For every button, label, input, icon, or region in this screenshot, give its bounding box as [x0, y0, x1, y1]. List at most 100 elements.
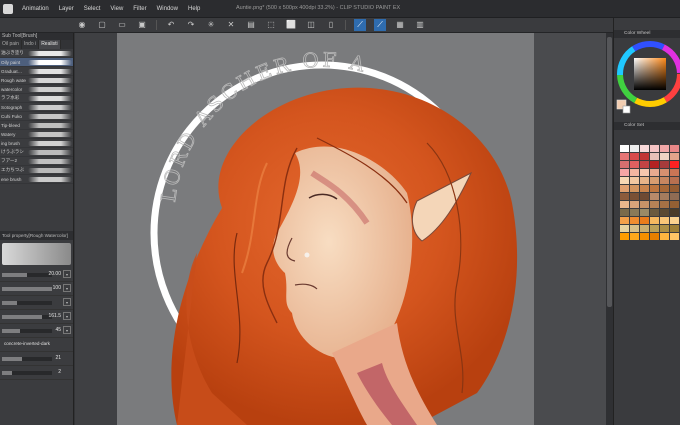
texture-scale-row[interactable]: 2 — [0, 366, 73, 380]
new-icon[interactable]: ▢ — [96, 19, 108, 31]
color-swatch[interactable] — [620, 233, 630, 241]
menu-filter[interactable]: Filter — [128, 6, 151, 12]
color-swatch[interactable] — [650, 193, 660, 201]
color-swatch[interactable] — [650, 177, 660, 185]
color-swatch[interactable] — [620, 201, 630, 209]
color-swatch[interactable] — [660, 161, 670, 169]
settings-icon[interactable]: ▥ — [414, 19, 426, 31]
brush-item[interactable]: Tip-bleed — [0, 121, 73, 130]
color-swatch[interactable] — [650, 185, 660, 193]
color-swatch[interactable] — [630, 225, 640, 233]
brush-item[interactable]: ing brush — [0, 139, 73, 148]
texture-row[interactable]: concrete-inverted-dark — [0, 338, 73, 352]
property-slider[interactable] — [2, 273, 52, 277]
color-swatch[interactable] — [640, 233, 650, 241]
brush-item[interactable]: Graduat… — [0, 67, 73, 76]
property-row[interactable]: 161.5 ▾ — [0, 310, 73, 324]
menu-layer[interactable]: Layer — [54, 6, 79, 12]
menu-help[interactable]: Help — [183, 6, 205, 12]
color-swatch[interactable] — [640, 185, 650, 193]
clip-studio-icon[interactable]: ◉ — [76, 19, 88, 31]
brush-item[interactable]: Oily paint — [0, 58, 73, 67]
property-slider[interactable] — [2, 315, 52, 319]
color-swatch[interactable] — [620, 177, 630, 185]
color-swatch[interactable] — [650, 201, 660, 209]
color-swatch[interactable] — [630, 193, 640, 201]
color-swatch[interactable] — [620, 153, 630, 161]
color-swatch[interactable] — [630, 209, 640, 217]
texture-density-row[interactable]: 21 — [0, 352, 73, 366]
color-swatch[interactable] — [640, 193, 650, 201]
color-swatch[interactable] — [640, 225, 650, 233]
color-swatch[interactable] — [630, 233, 640, 241]
property-toggle-icon[interactable]: ▾ — [63, 270, 71, 278]
sub-tool-tab[interactable]: Realisti — [39, 40, 61, 49]
property-toggle-icon[interactable]: ▾ — [63, 298, 71, 306]
brush-item[interactable]: Watery — [0, 130, 73, 139]
color-swatch[interactable] — [630, 153, 640, 161]
color-swatch[interactable] — [660, 233, 670, 241]
menu-view[interactable]: View — [105, 6, 128, 12]
snap-special-ruler-icon[interactable]: ⟋ — [374, 19, 386, 31]
color-swatch[interactable] — [620, 225, 630, 233]
property-slider[interactable] — [2, 287, 52, 291]
deselect-icon[interactable]: ⬜ — [285, 19, 297, 31]
color-swatch[interactable] — [650, 225, 660, 233]
color-swatch[interactable] — [640, 153, 650, 161]
color-swatch[interactable] — [670, 217, 680, 225]
save-icon[interactable]: ▣ — [136, 19, 148, 31]
color-swatch[interactable] — [640, 217, 650, 225]
brush-item[interactable]: Sotograph — [0, 103, 73, 112]
canvas-area[interactable]: LORD ASCHER OF AUN — [75, 33, 613, 425]
color-swatch[interactable] — [650, 233, 660, 241]
property-slider[interactable] — [2, 301, 52, 305]
brush-item[interactable]: フアー2 — [0, 157, 73, 166]
color-swatch[interactable] — [660, 225, 670, 233]
color-swatch[interactable] — [620, 209, 630, 217]
color-swatch[interactable] — [660, 185, 670, 193]
sub-tool-tab[interactable]: Indo i — [22, 40, 40, 49]
property-row[interactable]: 45 ▾ — [0, 324, 73, 338]
color-swatch[interactable] — [670, 233, 680, 241]
color-swatch[interactable] — [620, 217, 630, 225]
snap-ruler-icon[interactable]: ⟋ — [354, 19, 366, 31]
color-wheel[interactable] — [614, 38, 680, 118]
color-swatch[interactable] — [660, 177, 670, 185]
snap-grid-icon[interactable]: ▦ — [394, 19, 406, 31]
color-swatch[interactable] — [670, 185, 680, 193]
color-swatch[interactable] — [670, 225, 680, 233]
brush-item[interactable]: Rough watercolor — [0, 76, 73, 85]
brush-item[interactable]: けうぶラシ — [0, 148, 73, 157]
property-toggle-icon[interactable]: ▾ — [63, 312, 71, 320]
undo-icon[interactable]: ↶ — [165, 19, 177, 31]
show-border-icon[interactable]: ▯ — [325, 19, 337, 31]
color-swatch[interactable] — [630, 145, 640, 153]
sub-tool-tab[interactable]: Oil pain — [0, 40, 22, 49]
brush-item[interactable]: watercolor — [0, 85, 73, 94]
color-swatch[interactable] — [640, 177, 650, 185]
brush-item[interactable]: Cuhi Fuko — [0, 112, 73, 121]
color-swatch[interactable] — [630, 169, 640, 177]
property-slider[interactable] — [2, 329, 52, 333]
color-swatch[interactable] — [660, 193, 670, 201]
brush-item[interactable]: ene brush — [0, 175, 73, 184]
color-swatch[interactable] — [670, 177, 680, 185]
color-swatch[interactable] — [670, 161, 680, 169]
property-row[interactable]: ▾ — [0, 296, 73, 310]
property-row[interactable]: 20.00 ▾ — [0, 268, 73, 282]
color-swatch[interactable] — [660, 209, 670, 217]
color-swatch[interactable] — [660, 217, 670, 225]
color-swatch[interactable] — [670, 153, 680, 161]
brush-item[interactable]: エカちつぶ — [0, 166, 73, 175]
property-toggle-icon[interactable]: ▾ — [63, 326, 71, 334]
color-swatch[interactable] — [660, 169, 670, 177]
color-swatch[interactable] — [650, 153, 660, 161]
redo-icon[interactable]: ↷ — [185, 19, 197, 31]
color-swatch[interactable] — [660, 153, 670, 161]
color-swatch[interactable] — [630, 201, 640, 209]
color-swatch[interactable] — [650, 209, 660, 217]
color-swatch[interactable] — [630, 217, 640, 225]
crop-icon[interactable]: ◫ — [305, 19, 317, 31]
open-icon[interactable]: ▭ — [116, 19, 128, 31]
property-toggle-icon[interactable]: ▾ — [63, 284, 71, 292]
